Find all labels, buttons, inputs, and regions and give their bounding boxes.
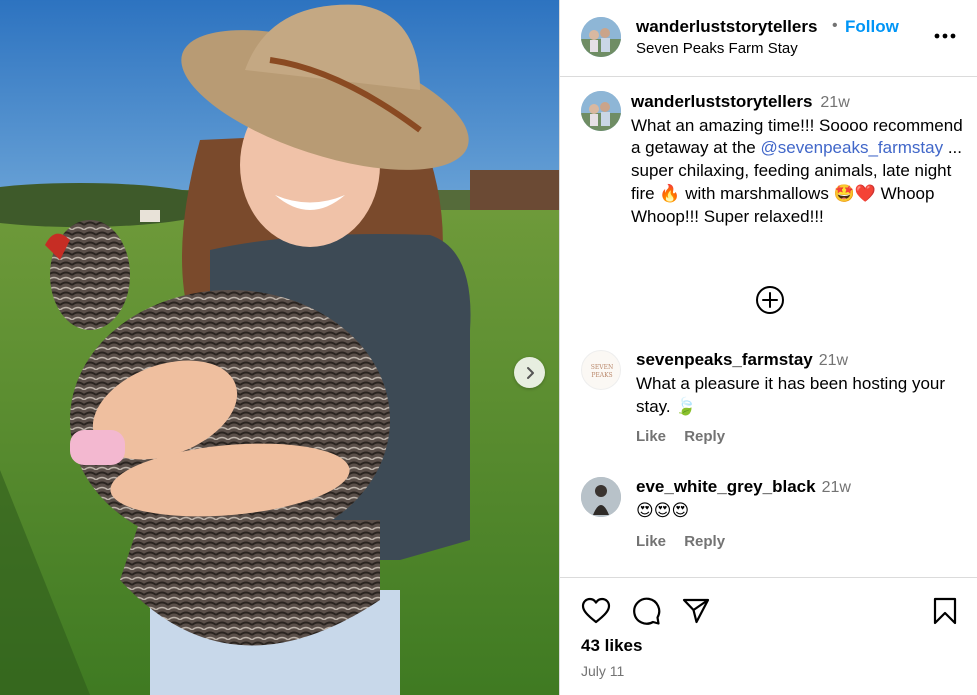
post-header: wanderluststorytellers • Follow Seven Pe… xyxy=(560,0,977,77)
comment-actions: Like Reply xyxy=(636,533,739,550)
more-horizontal-icon xyxy=(934,33,956,39)
comment-text: 😍😍😍 xyxy=(636,501,690,520)
svg-text:PEAKS: PEAKS xyxy=(591,372,612,379)
bookmark-icon xyxy=(933,597,957,625)
svg-text:SEVEN: SEVEN xyxy=(591,364,613,371)
commenter-avatar[interactable]: SEVEN PEAKS xyxy=(581,350,621,390)
post-details-panel: wanderluststorytellers • Follow Seven Pe… xyxy=(559,0,977,695)
comment-time[interactable]: 21w xyxy=(822,479,851,496)
comment-username-text[interactable]: eve_white_grey_black xyxy=(636,477,816,496)
comment-button[interactable] xyxy=(631,596,661,626)
caption-mention-link[interactable]: @sevenpeaks_farmstay xyxy=(760,138,943,157)
chevron-right-icon xyxy=(526,366,534,379)
heart-icon xyxy=(581,597,611,624)
caption-username[interactable]: wanderluststorytellers xyxy=(631,92,812,111)
comment-actions: Like Reply xyxy=(636,428,739,445)
commenter-avatar-image xyxy=(581,477,621,517)
separator-dot: • xyxy=(832,17,838,34)
share-button[interactable] xyxy=(681,596,711,626)
post-location[interactable]: Seven Peaks Farm Stay xyxy=(636,40,798,57)
load-more-comments-button[interactable] xyxy=(755,285,785,315)
comment-like-button[interactable]: Like xyxy=(636,533,666,550)
comment-icon xyxy=(633,597,661,625)
post-caption: wanderluststorytellers 21w What an amazin… xyxy=(631,91,966,228)
follow-button[interactable]: Follow xyxy=(845,17,899,37)
photo-illustration xyxy=(0,0,559,695)
send-icon xyxy=(682,598,710,624)
more-options-button[interactable] xyxy=(933,26,957,46)
comment-username[interactable]: eve_white_grey_black 21w xyxy=(636,477,851,497)
comment-reply-button[interactable]: Reply xyxy=(684,428,725,445)
like-button[interactable] xyxy=(581,596,611,626)
save-button[interactable] xyxy=(930,596,960,626)
caption-avatar-image xyxy=(581,91,621,131)
comment-username-text[interactable]: sevenpeaks_farmstay xyxy=(636,350,813,369)
author-avatar-image xyxy=(581,17,621,57)
seven-peaks-logo: SEVEN PEAKS xyxy=(591,364,613,379)
carousel-next-button[interactable] xyxy=(514,357,545,388)
post-photo xyxy=(0,0,559,695)
likes-count[interactable]: 43 likes xyxy=(581,636,642,656)
author-avatar[interactable] xyxy=(581,17,621,57)
comment-like-button[interactable]: Like xyxy=(636,428,666,445)
post-date[interactable]: July 11 xyxy=(581,663,624,679)
comment-reply-button[interactable]: Reply xyxy=(684,533,725,550)
comment-text: What a pleasure it has been hosting your… xyxy=(636,374,946,416)
plus-circle-icon xyxy=(756,286,784,314)
comment-username[interactable]: sevenpeaks_farmstay 21w xyxy=(636,350,848,370)
commenter-avatar[interactable] xyxy=(581,477,621,517)
comment-time[interactable]: 21w xyxy=(819,352,848,369)
caption-author-avatar[interactable] xyxy=(581,91,621,131)
author-username[interactable]: wanderluststorytellers xyxy=(636,17,817,37)
caption-time[interactable]: 21w xyxy=(820,94,849,111)
post-actions-footer: 43 likes July 11 xyxy=(560,577,977,695)
